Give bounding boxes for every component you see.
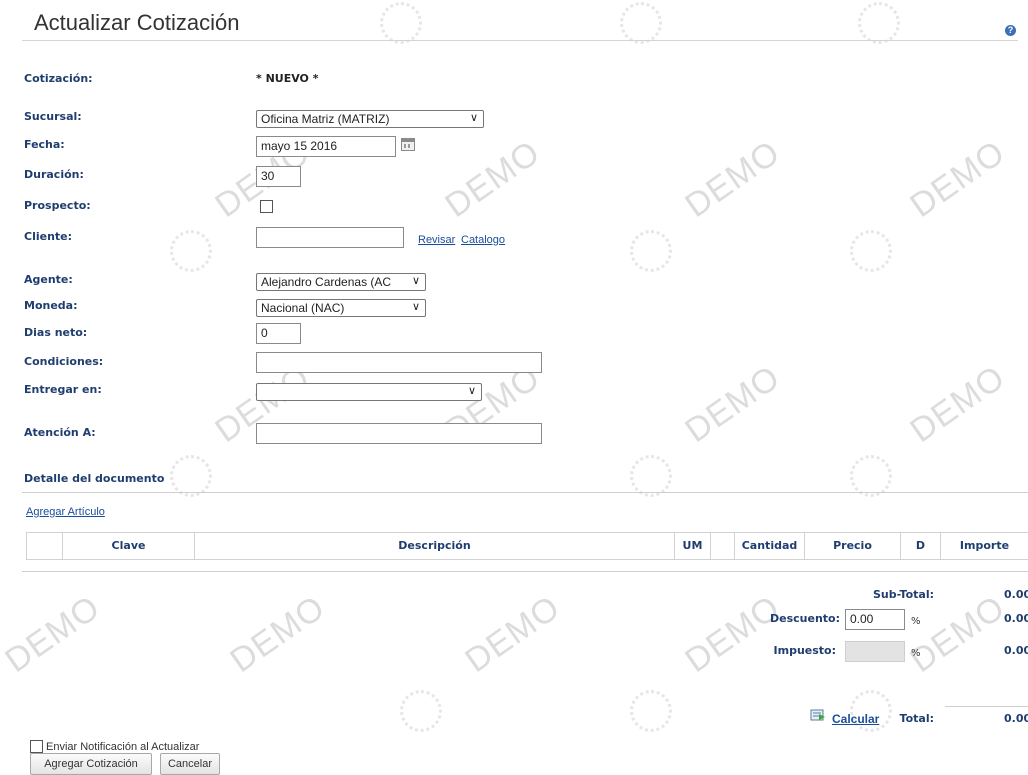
agente-select-value: Alejandro Cardenas (AC <box>261 275 392 289</box>
moneda-select[interactable]: Nacional (NAC) ∨ <box>256 299 426 317</box>
duracion-label: Duración: <box>24 168 84 181</box>
column-header-um: UM <box>674 533 710 559</box>
sucursal-select-value: Oficina Matriz (MATRIZ) <box>261 112 390 126</box>
atencion-input[interactable] <box>256 423 542 444</box>
total-value: 0.00 <box>1004 712 1028 725</box>
fecha-input[interactable]: mayo 15 2016 <box>256 136 396 157</box>
calendar-icon[interactable] <box>401 138 415 151</box>
notify-checkbox[interactable] <box>30 740 43 753</box>
section-divider <box>22 492 1028 493</box>
page-content: Actualizar Cotización ? Cotización: * NU… <box>0 0 1028 775</box>
chevron-down-icon: ∨ <box>467 385 476 397</box>
cliente-input[interactable] <box>256 227 404 248</box>
total-label: Total: <box>899 712 934 725</box>
moneda-label: Moneda: <box>24 299 78 312</box>
cotizacion-value: * NUEVO * <box>256 72 319 85</box>
title-divider <box>22 40 1018 41</box>
column-header-descripcion: Descripción <box>194 533 674 559</box>
detalle-section-title: Detalle del documento <box>24 472 165 485</box>
duracion-input[interactable]: 30 <box>256 166 301 187</box>
descuento-value: 0.00 <box>1004 612 1028 625</box>
column-header-importe: Importe <box>940 533 1028 559</box>
sucursal-select[interactable]: Oficina Matriz (MATRIZ) ∨ <box>256 110 484 128</box>
sucursal-label: Sucursal: <box>24 110 82 123</box>
entregar-select[interactable]: ∨ <box>256 383 482 401</box>
dias-neto-label: Dias neto: <box>24 326 88 339</box>
column-header <box>26 533 62 559</box>
prospecto-label: Prospecto: <box>24 199 91 212</box>
column-header-d: D <box>900 533 940 559</box>
cliente-label: Cliente: <box>24 230 73 243</box>
chevron-down-icon: ∨ <box>411 275 420 287</box>
calcular-link[interactable]: Calcular <box>832 712 879 726</box>
descuento-input[interactable]: 0.00 <box>845 609 905 630</box>
notify-label: Enviar Notificación al Actualizar <box>46 741 200 753</box>
descuento-label: Descuento: <box>770 612 840 625</box>
atencion-label: Atención A: <box>24 426 96 439</box>
impuesto-label: Impuesto: <box>773 644 836 657</box>
impuesto-value: 0.00 <box>1004 644 1028 657</box>
agente-select[interactable]: Alejandro Cardenas (AC ∨ <box>256 273 426 291</box>
entregar-label: Entregar en: <box>24 383 102 396</box>
subtotal-value: 0.00 <box>1004 588 1028 601</box>
total-divider <box>945 706 1028 707</box>
table-divider <box>22 571 1028 572</box>
cotizacion-label: Cotización: <box>24 72 93 85</box>
fecha-label: Fecha: <box>24 138 65 151</box>
moneda-select-value: Nacional (NAC) <box>261 301 345 315</box>
agente-label: Agente: <box>24 273 73 286</box>
condiciones-input[interactable] <box>256 352 542 373</box>
help-icon[interactable]: ? <box>1005 25 1016 36</box>
calculate-icon[interactable] <box>810 708 826 722</box>
chevron-down-icon: ∨ <box>469 112 478 124</box>
cancel-button[interactable]: Cancelar <box>160 753 220 775</box>
chevron-down-icon: ∨ <box>411 301 420 313</box>
impuesto-input <box>845 641 905 662</box>
agregar-cotizacion-button[interactable]: Agregar Cotización <box>30 753 152 775</box>
page-title: Actualizar Cotización <box>34 10 240 35</box>
condiciones-label: Condiciones: <box>24 355 104 368</box>
dias-neto-input[interactable]: 0 <box>256 323 301 344</box>
prospecto-checkbox[interactable] <box>260 200 273 213</box>
column-header-cantidad: Cantidad <box>734 533 804 559</box>
agregar-articulo-link[interactable]: Agregar Artículo <box>26 506 105 518</box>
items-table-header: Clave Descripción UM Cantidad Precio D I… <box>26 532 1028 560</box>
impuesto-percent: % <box>911 648 921 659</box>
subtotal-label: Sub-Total: <box>872 588 934 601</box>
column-header <box>710 533 734 559</box>
column-header-clave: Clave <box>62 533 194 559</box>
column-header-precio: Precio <box>804 533 900 559</box>
catalogo-link[interactable]: Catalogo <box>461 234 505 246</box>
descuento-percent: % <box>911 616 921 627</box>
revisar-link[interactable]: Revisar <box>418 234 455 246</box>
